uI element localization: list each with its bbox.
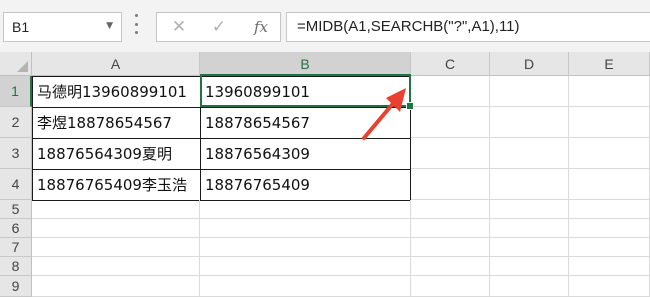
cell-c2[interactable] xyxy=(411,107,490,138)
cell-a3[interactable]: 18876564309夏明 xyxy=(32,138,201,170)
cell-c8[interactable] xyxy=(411,257,490,276)
column-header-b[interactable]: B xyxy=(200,52,411,76)
cell-a2[interactable]: 李煜18878654567 xyxy=(32,107,201,139)
cell-b2[interactable]: 18878654567 xyxy=(200,107,411,139)
formula-input[interactable]: =MIDB(A1,SEARCHB("?",A1),11) xyxy=(286,12,650,42)
cell-e8[interactable] xyxy=(569,257,650,276)
name-box[interactable]: B1 ▼ xyxy=(3,12,122,42)
cell-c1[interactable] xyxy=(411,76,490,107)
cell-a4[interactable]: 18876765409李玉浩 xyxy=(32,169,201,201)
column-header-d[interactable]: D xyxy=(490,52,569,76)
enter-check-icon[interactable]: ✓ xyxy=(207,16,231,38)
row-header-5[interactable]: 5 xyxy=(0,200,32,219)
cell-b7[interactable] xyxy=(200,238,411,257)
cell-b3[interactable]: 18876564309 xyxy=(200,138,411,170)
cell-e4[interactable] xyxy=(569,169,650,200)
row-header-2[interactable]: 2 xyxy=(0,107,32,138)
cell-c7[interactable] xyxy=(411,238,490,257)
cell-d1[interactable] xyxy=(490,76,569,107)
name-box-value: B1 xyxy=(12,19,30,35)
row-header-8[interactable]: 8 xyxy=(0,257,32,276)
cell-b6[interactable] xyxy=(200,219,411,238)
column-header-c[interactable]: C xyxy=(411,52,490,76)
cell-d6[interactable] xyxy=(490,219,569,238)
spreadsheet-grid: A B C D E 1 2 3 4 5 6 7 8 9 马德明139608991… xyxy=(0,52,650,297)
chevron-down-icon[interactable]: ▼ xyxy=(106,21,113,31)
grip-dots-icon xyxy=(134,14,138,34)
formula-text: =MIDB(A1,SEARCHB("?",A1),11) xyxy=(297,18,520,35)
column-header-a[interactable]: A xyxy=(32,52,200,76)
formula-buttons: ✕ ✓ fx xyxy=(156,12,281,42)
cell-e1[interactable] xyxy=(569,76,650,107)
cell-a1[interactable]: 马德明13960899101 xyxy=(32,76,201,108)
cell-e7[interactable] xyxy=(569,238,650,257)
cancel-x-icon[interactable]: ✕ xyxy=(167,16,191,38)
cell-a5[interactable] xyxy=(32,200,200,219)
cell-c3[interactable] xyxy=(411,138,490,169)
function-fx-icon[interactable]: fx xyxy=(249,16,273,38)
formula-bar: B1 ▼ ✕ ✓ fx =MIDB(A1,SEARCHB("?",A1),11) xyxy=(0,0,650,52)
cell-b9[interactable] xyxy=(200,276,411,297)
cell-a7[interactable] xyxy=(32,238,200,257)
fill-handle[interactable] xyxy=(406,102,414,110)
cell-d5[interactable] xyxy=(490,200,569,219)
cell-b8[interactable] xyxy=(200,257,411,276)
cell-d2[interactable] xyxy=(490,107,569,138)
cell-c5[interactable] xyxy=(411,200,490,219)
cell-a6[interactable] xyxy=(32,219,200,238)
row-header-9[interactable]: 9 xyxy=(0,276,32,297)
cell-d8[interactable] xyxy=(490,257,569,276)
row-header-1[interactable]: 1 xyxy=(0,76,32,107)
cell-b1[interactable]: 13960899101 xyxy=(200,76,411,108)
cell-e9[interactable] xyxy=(569,276,650,297)
cell-b5[interactable] xyxy=(200,200,411,219)
cell-e2[interactable] xyxy=(569,107,650,138)
select-all-corner[interactable] xyxy=(0,52,32,76)
cell-b4[interactable]: 18876765409 xyxy=(200,169,411,201)
cell-a9[interactable] xyxy=(32,276,200,297)
cell-c9[interactable] xyxy=(411,276,490,297)
row-header-7[interactable]: 7 xyxy=(0,238,32,257)
cell-d3[interactable] xyxy=(490,138,569,169)
cell-e3[interactable] xyxy=(569,138,650,169)
cell-c4[interactable] xyxy=(411,169,490,200)
cell-d7[interactable] xyxy=(490,238,569,257)
cell-d4[interactable] xyxy=(490,169,569,200)
cell-a8[interactable] xyxy=(32,257,200,276)
row-header-6[interactable]: 6 xyxy=(0,219,32,238)
row-header-3[interactable]: 3 xyxy=(0,138,32,169)
cell-d9[interactable] xyxy=(490,276,569,297)
cell-e5[interactable] xyxy=(569,200,650,219)
row-header-4[interactable]: 4 xyxy=(0,169,32,200)
cell-c6[interactable] xyxy=(411,219,490,238)
cell-e6[interactable] xyxy=(569,219,650,238)
column-header-e[interactable]: E xyxy=(569,52,650,76)
